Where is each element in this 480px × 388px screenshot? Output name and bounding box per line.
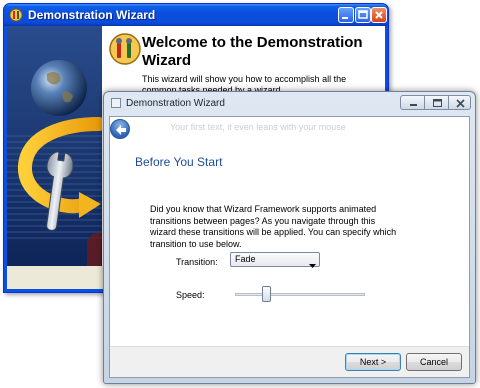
speed-slider-thumb[interactable] (261, 286, 271, 302)
close-button[interactable] (371, 7, 387, 23)
transition-label: Transition: (176, 257, 218, 267)
back-button[interactable] (110, 119, 130, 139)
front-window-titlebar[interactable]: Demonstration Wizard (104, 92, 475, 116)
close-button[interactable] (448, 95, 471, 110)
cancel-button[interactable]: Cancel (406, 353, 462, 371)
back-window-title: Demonstration Wizard (28, 8, 156, 22)
button-bar: Next > Cancel (110, 346, 469, 377)
speed-label: Speed: (176, 290, 205, 300)
back-window-heading: Welcome to the Demonstration Wizard (142, 34, 363, 69)
back-arrow-icon (116, 125, 126, 135)
page-title: Before You Start (135, 155, 223, 169)
back-window-titlebar[interactable]: Demonstration Wizard (4, 4, 388, 26)
intro-text: Did you know that Wizard Framework suppo… (150, 204, 397, 249)
next-button[interactable]: Next > (345, 353, 401, 371)
window-icon (111, 98, 121, 108)
minimize-button[interactable] (400, 95, 425, 110)
wizard-icon (9, 8, 23, 22)
transition-select-value: Fade (235, 254, 256, 264)
navigation-band: Your first text, it even leans with your… (110, 117, 469, 141)
transition-select[interactable]: Fade (230, 252, 320, 268)
minimize-button[interactable] (338, 7, 354, 23)
ghost-text: Your first text, it even leans with your… (170, 122, 346, 132)
maximize-button[interactable] (424, 95, 449, 110)
chevron-down-icon (309, 256, 316, 274)
speed-slider-track[interactable] (235, 293, 365, 296)
front-wizard-window: Demonstration Wizard Your first text, it… (103, 91, 476, 384)
wizard-tools-icon (108, 32, 142, 66)
maximize-button[interactable] (355, 7, 371, 23)
front-window-title: Demonstration Wizard (126, 98, 225, 109)
globe-arrow-wrench-illustration (7, 26, 102, 266)
front-window-client: Your first text, it even leans with your… (109, 116, 470, 378)
